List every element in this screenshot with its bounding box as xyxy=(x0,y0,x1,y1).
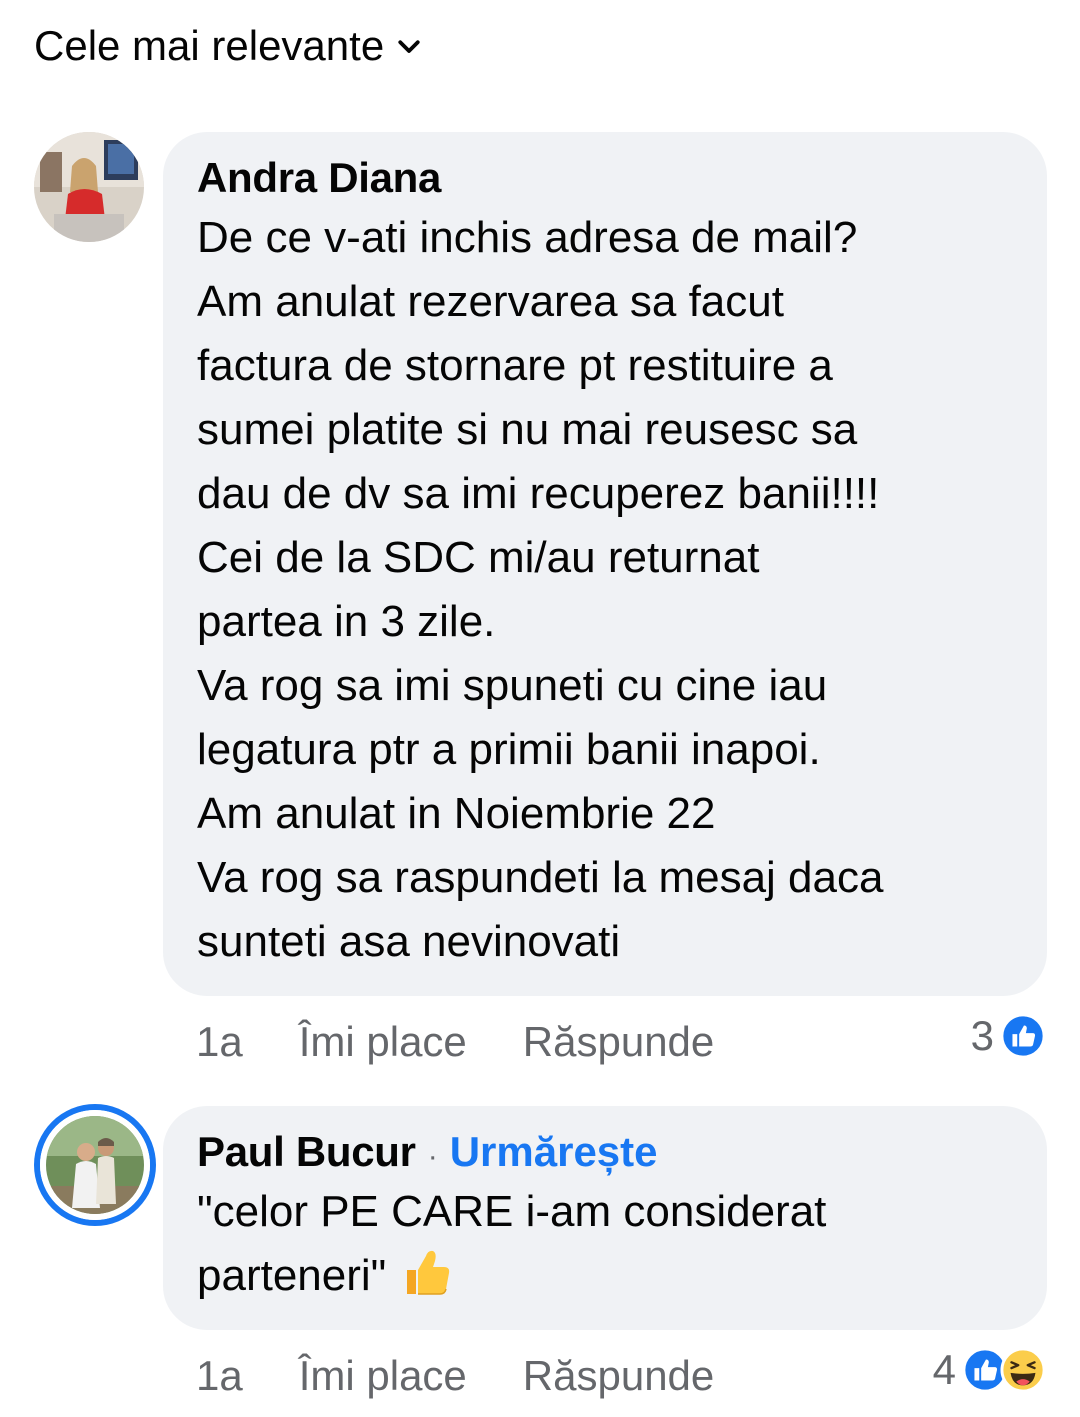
follow-button[interactable]: Urmărește xyxy=(450,1128,658,1176)
avatar[interactable] xyxy=(34,132,144,242)
reply-button[interactable]: Răspunde xyxy=(523,1352,714,1400)
like-button[interactable]: Îmi place xyxy=(299,1352,467,1400)
reaction-summary[interactable]: 3 xyxy=(971,1012,1046,1060)
thumbs-up-emoji-icon xyxy=(406,1250,449,1295)
reaction-summary[interactable]: 4 xyxy=(933,1346,1046,1394)
reaction-count: 4 xyxy=(932,1346,956,1393)
sort-dropdown[interactable]: Cele mai relevante xyxy=(34,22,424,70)
like-reaction-icon xyxy=(1000,1013,1046,1059)
comment-author[interactable]: Paul Bucur xyxy=(197,1128,416,1176)
avatar[interactable] xyxy=(40,1110,150,1220)
comment-actions: 1a Îmi place Răspunde xyxy=(196,1018,714,1066)
comment-timestamp[interactable]: 1a xyxy=(196,1018,243,1066)
comment-text: De ce v-ati inchis adresa de mail? Am an… xyxy=(197,213,884,966)
comments-page: Cele mai relevante Andra Diana De ce v-a… xyxy=(0,0,1080,1417)
separator-dot: · xyxy=(427,1140,438,1173)
sort-label: Cele mai relevante xyxy=(34,22,385,69)
reply-button[interactable]: Răspunde xyxy=(523,1018,714,1066)
reaction-count: 3 xyxy=(970,1012,994,1059)
chevron-down-icon xyxy=(398,40,420,53)
comment-text: "celor PE CARE i-am considerat parteneri… xyxy=(197,1180,1013,1308)
comment-timestamp[interactable]: 1a xyxy=(196,1352,243,1400)
comment-text-body: "celor PE CARE i-am considerat parteneri… xyxy=(197,1187,827,1300)
haha-reaction-icon xyxy=(1000,1347,1046,1393)
comment-actions: 1a Îmi place Răspunde xyxy=(196,1352,714,1400)
like-button[interactable]: Îmi place xyxy=(299,1018,467,1066)
comment-author[interactable]: Andra Diana xyxy=(197,154,441,202)
comment-bubble: Paul Bucur · Urmărește "celor PE CARE i-… xyxy=(163,1106,1047,1330)
comment-bubble: Andra Diana De ce v-ati inchis adresa de… xyxy=(163,132,1047,996)
